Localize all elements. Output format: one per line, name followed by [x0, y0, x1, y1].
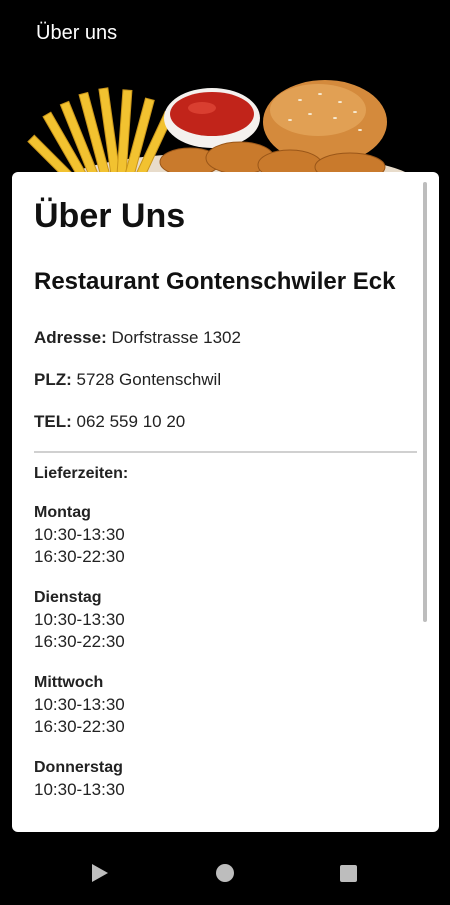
tel-label: TEL:	[34, 412, 72, 431]
day-name: Mittwoch	[34, 674, 104, 691]
day-dienstag: Dienstag 10:30-13:30 16:30-22:30	[34, 587, 417, 653]
plz-row: PLZ: 5728 Gontenschwil	[34, 370, 417, 390]
time-slot: 16:30-22:30	[34, 717, 125, 736]
delivery-times-title: Lieferzeiten:	[34, 465, 129, 482]
address-row: Adresse: Dorfstrasse 1302	[34, 328, 417, 348]
divider	[34, 451, 417, 453]
about-content: Über Uns Restaurant Gontenschwiler Eck A…	[34, 196, 417, 801]
time-slot: 10:30-13:30	[34, 780, 125, 799]
tel-row: TEL: 062 559 10 20	[34, 412, 417, 432]
back-triangle-icon[interactable]	[92, 864, 108, 882]
day-name: Montag	[34, 504, 91, 521]
time-slot: 10:30-13:30	[34, 610, 125, 629]
plz-label: PLZ:	[34, 370, 72, 389]
address-value: Dorfstrasse 1302	[111, 328, 241, 347]
app-bar: Über uns	[0, 0, 450, 70]
plz-value: 5728 Gontenschwil	[76, 370, 222, 389]
time-slot: 10:30-13:30	[34, 695, 125, 714]
restaurant-name: Restaurant Gontenschwiler Eck	[34, 268, 396, 295]
scrollbar[interactable]	[423, 182, 427, 622]
food-image	[0, 70, 450, 180]
day-name: Dienstag	[34, 589, 102, 606]
day-name: Donnerstag	[34, 759, 123, 776]
time-slot: 16:30-22:30	[34, 632, 125, 651]
about-card: Über Uns Restaurant Gontenschwiler Eck A…	[12, 172, 439, 832]
food-illustration	[27, 80, 415, 180]
system-nav-bar	[0, 842, 450, 900]
day-mittwoch: Mittwoch 10:30-13:30 16:30-22:30	[34, 672, 417, 738]
recents-square-icon[interactable]	[340, 865, 357, 882]
home-circle-icon[interactable]	[216, 864, 234, 882]
page-title: Über uns	[36, 22, 118, 44]
about-heading: Über Uns	[34, 197, 186, 235]
day-montag: Montag 10:30-13:30 16:30-22:30	[34, 502, 417, 568]
address-label: Adresse:	[34, 328, 107, 347]
tel-value: 062 559 10 20	[76, 412, 186, 431]
time-slot: 10:30-13:30	[34, 525, 125, 544]
day-donnerstag: Donnerstag 10:30-13:30	[34, 757, 417, 801]
time-slot: 16:30-22:30	[34, 547, 125, 566]
